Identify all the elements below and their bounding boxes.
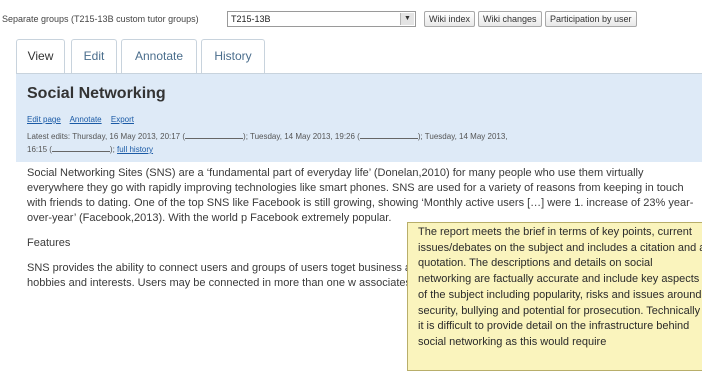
- group-select[interactable]: T215-13B ▼: [227, 11, 416, 27]
- latest-edits-mid1: ); Tuesday, 14 May 2013, 19:26 (: [243, 132, 360, 141]
- page-header: Social Networking Edit page Annotate Exp…: [16, 73, 702, 162]
- latest-edits-prefix: Latest edits: Thursday, 16 May 2013, 20:…: [27, 132, 186, 141]
- redacted-name: [51, 143, 110, 152]
- latest-edits: Latest edits: Thursday, 16 May 2013, 20:…: [27, 130, 697, 156]
- tab-history[interactable]: History: [201, 39, 265, 73]
- latest-edits-mid2: ); Tuesday, 14 May 2013,: [417, 132, 508, 141]
- tab-view[interactable]: View: [16, 39, 65, 74]
- latest-edits-end: );: [109, 145, 115, 154]
- redacted-name: [185, 130, 244, 139]
- tab-edit[interactable]: Edit: [71, 39, 117, 73]
- intro-paragraph: Social Networking Sites (SNS) are a ‘fun…: [27, 167, 694, 224]
- page-title: Social Networking: [27, 85, 166, 102]
- edit-page-link[interactable]: Edit page: [27, 115, 61, 124]
- group-toolbar: Separate groups (T215-13B custom tutor g…: [0, 10, 702, 30]
- annotate-link[interactable]: Annotate: [70, 115, 102, 124]
- wiki-index-button[interactable]: Wiki index: [424, 11, 476, 27]
- wiki-changes-button[interactable]: Wiki changes: [478, 11, 542, 27]
- groups-label: Separate groups (T215-13B custom tutor g…: [2, 14, 199, 24]
- redacted-name: [359, 130, 418, 139]
- group-select-value: T215-13B: [231, 14, 271, 24]
- page-actions: Edit page Annotate Export: [27, 115, 141, 124]
- annotation-tooltip: The report meets the brief in terms of k…: [407, 222, 702, 371]
- full-history-link[interactable]: full history: [117, 145, 153, 154]
- dropdown-arrow-icon[interactable]: ▼: [400, 13, 414, 25]
- latest-edits-line2: 16:15 (: [27, 145, 52, 154]
- participation-button[interactable]: Participation by user: [545, 11, 637, 27]
- export-link[interactable]: Export: [111, 115, 134, 124]
- tab-annotate[interactable]: Annotate: [121, 39, 197, 73]
